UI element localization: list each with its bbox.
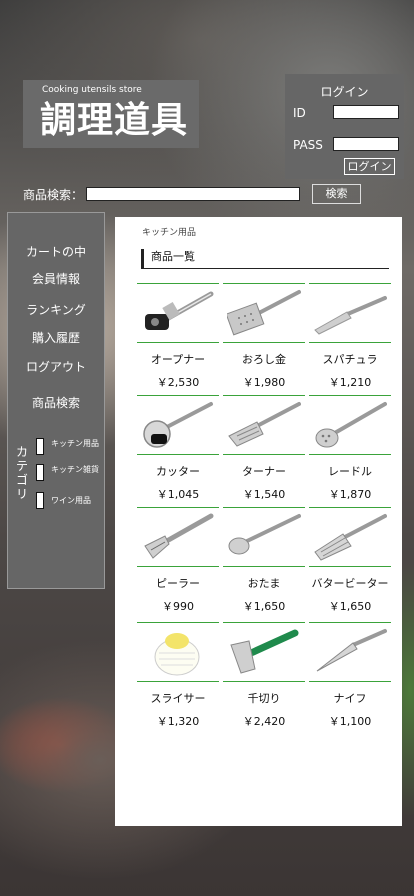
product-card-turner[interactable]: ターナー ￥1,540 (223, 395, 305, 501)
login-button[interactable]: ログイン (344, 158, 395, 175)
turner-image[interactable] (223, 395, 305, 455)
id-label: ID (293, 106, 306, 120)
sidebar-item-history[interactable]: 購入履歴 (8, 329, 104, 346)
category-label: カテゴリ (16, 445, 29, 501)
spatula-image[interactable] (309, 283, 391, 343)
product-name: スパチュラ (322, 353, 378, 366)
product-price: ￥990 (162, 600, 194, 613)
product-price: ￥1,100 (328, 715, 372, 728)
product-panel: キッチン用品 商品一覧 オープナー ￥2,530 おろし金 ￥1,980 スパチ… (115, 217, 402, 826)
product-name: ナイフ (333, 692, 367, 705)
product-card-cutter[interactable]: カッター ￥1,045 (137, 395, 219, 501)
logo-title: 調理道具 (40, 100, 189, 141)
product-name: バタービーター (311, 577, 389, 590)
sidebar-item-member[interactable]: 会員情報 (8, 270, 104, 287)
product-price: ￥2,420 (242, 715, 286, 728)
product-card-peeler[interactable]: ピーラー ￥990 (137, 507, 219, 613)
product-name: スライサー (150, 692, 206, 705)
product-price: ￥1,320 (156, 715, 200, 728)
otama-image[interactable] (223, 507, 305, 567)
julienne-image[interactable] (223, 622, 305, 682)
category-text: キッチン雑貨 (51, 465, 99, 474)
sidebar-item-logout[interactable]: ログアウト (8, 358, 104, 375)
pass-label: PASS (293, 138, 323, 152)
product-name: オープナー (150, 353, 206, 366)
sidebar: カートの中 会員情報 ランキング 購入履歴 ログアウト 商品検索 カテゴリ キッ… (7, 212, 105, 589)
login-title: ログイン (320, 85, 369, 99)
id-input[interactable] (333, 105, 399, 119)
pass-input[interactable] (333, 137, 399, 151)
grater-image[interactable] (223, 283, 305, 343)
product-name: カッター (156, 465, 200, 478)
product-card-julienne[interactable]: 千切り ￥2,420 (223, 622, 305, 728)
search-input[interactable] (86, 187, 300, 201)
slicer-image[interactable] (137, 622, 219, 682)
product-card-slicer[interactable]: スライサー ￥1,320 (137, 622, 219, 728)
peeler-image[interactable] (137, 507, 219, 567)
product-price: ￥1,210 (328, 376, 372, 389)
product-price: ￥1,650 (242, 600, 286, 613)
product-name: おたま (247, 577, 281, 590)
category-checkbox[interactable] (36, 438, 44, 455)
ladle-image[interactable] (309, 395, 391, 455)
product-price: ￥2,530 (156, 376, 200, 389)
product-name: レードル (328, 465, 372, 478)
product-name: 千切り (247, 692, 281, 705)
search-label: 商品検索： (23, 188, 84, 202)
product-name: おろし金 (242, 353, 286, 366)
opener-image[interactable] (137, 283, 219, 343)
butter-beater-image[interactable] (309, 507, 391, 567)
product-name: ターナー (242, 465, 286, 478)
search-button[interactable]: 検索 (312, 184, 361, 204)
product-card-knife[interactable]: ナイフ ￥1,100 (309, 622, 391, 728)
category-checkbox[interactable] (36, 492, 44, 509)
sidebar-item-ranking[interactable]: ランキング (8, 301, 104, 318)
login-box: ログイン ID PASS ログイン (285, 74, 404, 179)
knife-image[interactable] (309, 622, 391, 682)
breadcrumb[interactable]: キッチン用品 (142, 225, 196, 238)
product-price: ￥1,045 (156, 488, 200, 501)
product-card-spatula[interactable]: スパチュラ ￥1,210 (309, 283, 391, 389)
store-logo[interactable]: Cooking utensils store 調理道具 (23, 80, 199, 148)
product-card-ladle[interactable]: レードル ￥1,870 (309, 395, 391, 501)
category-checkbox[interactable] (36, 464, 44, 481)
product-card-butter-beater[interactable]: バタービーター ￥1,650 (309, 507, 391, 613)
logo-subtitle: Cooking utensils store (42, 85, 142, 95)
product-price: ￥1,650 (328, 600, 372, 613)
cutter-image[interactable] (137, 395, 219, 455)
product-card-grater[interactable]: おろし金 ￥1,980 (223, 283, 305, 389)
product-name: ピーラー (156, 577, 200, 590)
sidebar-item-cart[interactable]: カートの中 (8, 243, 104, 260)
sidebar-item-search[interactable]: 商品検索 (8, 394, 104, 411)
section-title: 商品一覧 (141, 249, 389, 269)
product-price: ￥1,540 (242, 488, 286, 501)
product-card-otama[interactable]: おたま ￥1,650 (223, 507, 305, 613)
product-price: ￥1,980 (242, 376, 286, 389)
category-text: キッチン用品 (51, 439, 99, 448)
product-card-opener[interactable]: オープナー ￥2,530 (137, 283, 219, 389)
category-text: ワイン用品 (51, 496, 91, 505)
product-price: ￥1,870 (328, 488, 372, 501)
